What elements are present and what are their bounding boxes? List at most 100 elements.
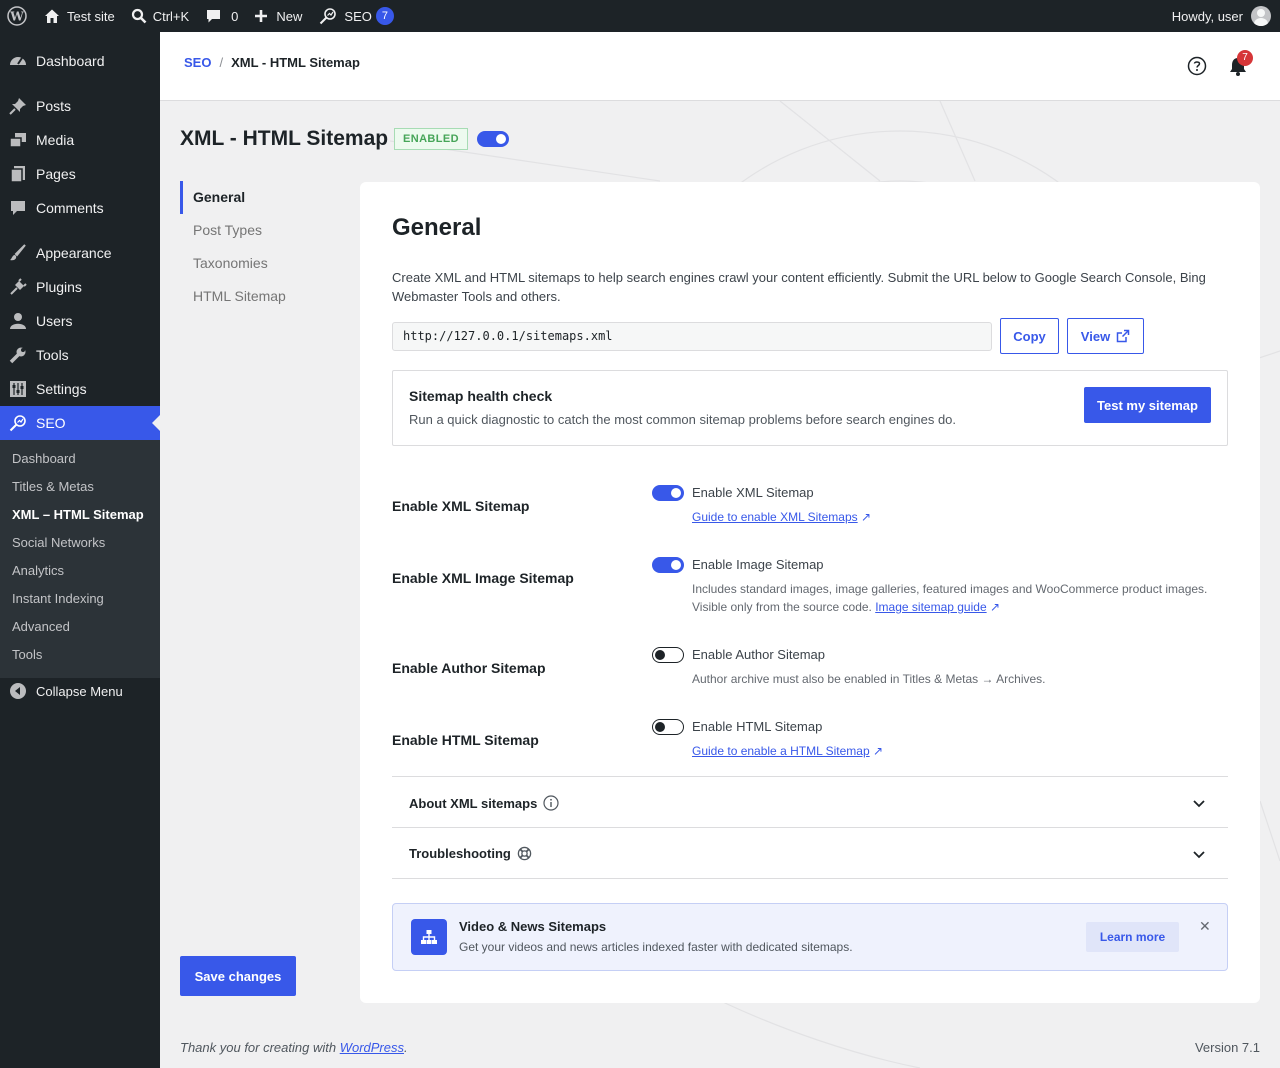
submenu-xml-html-sitemap[interactable]: XML – HTML Sitemap xyxy=(12,505,144,525)
sidebar-item-users[interactable]: Users xyxy=(0,304,160,338)
status-badge: ENABLED xyxy=(394,128,468,150)
tab-html-sitemap[interactable]: HTML Sitemap xyxy=(180,280,350,313)
media-icon xyxy=(0,130,36,150)
comment-icon xyxy=(0,198,36,218)
sidebar-item-appearance[interactable]: Appearance xyxy=(0,236,160,270)
collapse-icon xyxy=(0,682,36,700)
command-palette-button[interactable]: Ctrl+K xyxy=(123,0,197,32)
html-sitemap-guide-link[interactable]: Guide to enable a HTML Sitemap ↗ xyxy=(692,744,883,758)
sidebar-item-posts[interactable]: Posts xyxy=(0,89,160,123)
settings-card: General Create XML and HTML sitemaps to … xyxy=(360,182,1260,1003)
option-label-image-sitemap: Enable XML Image Sitemap xyxy=(392,570,574,586)
footer-version: Version 7.1 xyxy=(1194,1040,1260,1055)
seo-submenu: Dashboard Titles & Metas XML – HTML Site… xyxy=(0,440,160,678)
submenu-titles-metas[interactable]: Titles & Metas xyxy=(12,477,94,497)
home-icon xyxy=(45,9,59,23)
user-icon xyxy=(0,311,36,331)
help-icon[interactable] xyxy=(1187,56,1207,76)
test-sitemap-button[interactable]: Test my sitemap xyxy=(1084,387,1211,423)
search-shortcut: Ctrl+K xyxy=(152,8,190,24)
sitemap-url-field[interactable]: http://127.0.0.1/sitemaps.xml xyxy=(392,322,992,351)
page-title: XML - HTML Sitemap xyxy=(180,127,389,150)
promo-description: Get your videos and news articles indexe… xyxy=(459,940,853,954)
tab-taxonomies[interactable]: Taxonomies xyxy=(180,247,350,280)
pin-icon xyxy=(0,96,36,116)
comments-link[interactable]: 0 xyxy=(197,0,246,32)
option-label-xml-sitemap: Enable XML Sitemap xyxy=(392,498,530,514)
seo-admin-link[interactable]: SEO 7 xyxy=(310,0,401,32)
chevron-down-icon xyxy=(1193,800,1205,808)
submenu-analytics[interactable]: Analytics xyxy=(12,561,64,581)
seo-label: SEO xyxy=(344,8,372,24)
breadcrumb-current: XML - HTML Sitemap xyxy=(231,55,360,70)
image-sitemap-description: Includes standard images, image gallerie… xyxy=(692,582,1208,614)
promo-title: Video & News Sitemaps xyxy=(459,919,607,934)
image-sitemap-toggle-label[interactable]: Enable Image Sitemap xyxy=(692,557,824,572)
submenu-instant-indexing[interactable]: Instant Indexing xyxy=(12,589,104,609)
html-sitemap-toggle[interactable] xyxy=(652,719,684,735)
submenu-dashboard[interactable]: Dashboard xyxy=(12,449,76,469)
sidebar-item-dashboard[interactable]: Dashboard xyxy=(0,44,160,78)
sidebar-item-pages[interactable]: Pages xyxy=(0,157,160,191)
pages-icon xyxy=(0,164,36,184)
view-button[interactable]: View xyxy=(1067,318,1144,354)
module-toggle[interactable] xyxy=(477,131,509,147)
image-sitemap-guide-link[interactable]: Image sitemap guide xyxy=(875,600,986,614)
health-check-box: Sitemap health check Run a quick diagnos… xyxy=(392,370,1228,446)
author-sitemap-description: Author archive must also be enabled in T… xyxy=(692,672,1046,686)
external-arrow-icon: ↗ xyxy=(861,510,872,524)
xml-sitemap-toggle-label[interactable]: Enable XML Sitemap xyxy=(692,485,814,500)
submenu-social-networks[interactable]: Social Networks xyxy=(12,533,105,553)
accordion-troubleshooting[interactable]: Troubleshooting xyxy=(392,827,1228,879)
comment-icon xyxy=(207,9,221,22)
sidebar-item-seo[interactable]: SEO xyxy=(0,406,160,440)
new-content-link[interactable]: New xyxy=(246,0,310,32)
option-label-html-sitemap: Enable HTML Sitemap xyxy=(392,732,539,748)
tab-general[interactable]: General xyxy=(180,181,350,214)
accordion-about-xml-sitemaps[interactable]: About XML sitemaps xyxy=(392,776,1228,827)
sidebar-item-comments[interactable]: Comments xyxy=(0,191,160,225)
collapse-menu-button[interactable]: Collapse Menu xyxy=(0,674,160,708)
wordpress-link[interactable]: WordPress xyxy=(340,1040,404,1055)
sidebar-item-plugins[interactable]: Plugins xyxy=(0,270,160,304)
external-link-icon xyxy=(1116,329,1130,343)
tab-post-types[interactable]: Post Types xyxy=(180,214,350,247)
comments-count: 0 xyxy=(231,8,239,24)
sidebar-item-settings[interactable]: Settings xyxy=(0,372,160,406)
breadcrumb-seo-link[interactable]: SEO xyxy=(184,55,211,70)
learn-more-button[interactable]: Learn more xyxy=(1086,922,1179,952)
sidebar-item-media[interactable]: Media xyxy=(0,123,160,157)
external-arrow-icon: ↗ xyxy=(989,600,1001,614)
search-icon xyxy=(131,8,147,24)
external-arrow-icon: ↗ xyxy=(873,744,884,758)
submenu-tools[interactable]: Tools xyxy=(12,645,42,665)
account-menu[interactable]: Howdy, user xyxy=(1172,6,1280,26)
avatar xyxy=(1251,6,1271,26)
xml-sitemap-guide-link[interactable]: Guide to enable XML Sitemaps ↗ xyxy=(692,510,871,524)
author-sitemap-toggle-label[interactable]: Enable Author Sitemap xyxy=(692,647,825,662)
info-icon xyxy=(543,795,559,811)
howdy-text: Howdy, user xyxy=(1171,8,1243,24)
section-description: Create XML and HTML sitemaps to help sea… xyxy=(392,270,1206,304)
seo-notification-badge: 7 xyxy=(375,7,394,25)
copy-button[interactable]: Copy xyxy=(1000,318,1059,354)
close-icon[interactable]: ✕ xyxy=(1199,918,1211,935)
admin-sidebar: Dashboard Posts Media Pages Comments App… xyxy=(0,32,160,1068)
breadcrumb-separator: / xyxy=(219,55,224,70)
html-sitemap-toggle-label[interactable]: Enable HTML Sitemap xyxy=(692,719,822,734)
dashboard-icon xyxy=(0,51,36,71)
section-title: General xyxy=(392,214,482,241)
site-name-link[interactable]: Test site xyxy=(35,0,123,32)
sidebar-item-tools[interactable]: Tools xyxy=(0,338,160,372)
xml-sitemap-toggle[interactable] xyxy=(652,485,684,501)
site-name: Test site xyxy=(67,8,115,24)
save-button[interactable]: Save changes xyxy=(180,956,296,996)
new-label: New xyxy=(276,8,303,24)
author-sitemap-toggle[interactable] xyxy=(652,647,684,663)
image-sitemap-toggle[interactable] xyxy=(652,557,684,573)
brush-icon xyxy=(0,243,36,263)
submenu-advanced[interactable]: Advanced xyxy=(12,617,70,637)
plug-icon xyxy=(0,277,36,297)
sitemap-icon xyxy=(411,919,447,955)
wordpress-logo-icon[interactable]: W xyxy=(0,0,35,32)
